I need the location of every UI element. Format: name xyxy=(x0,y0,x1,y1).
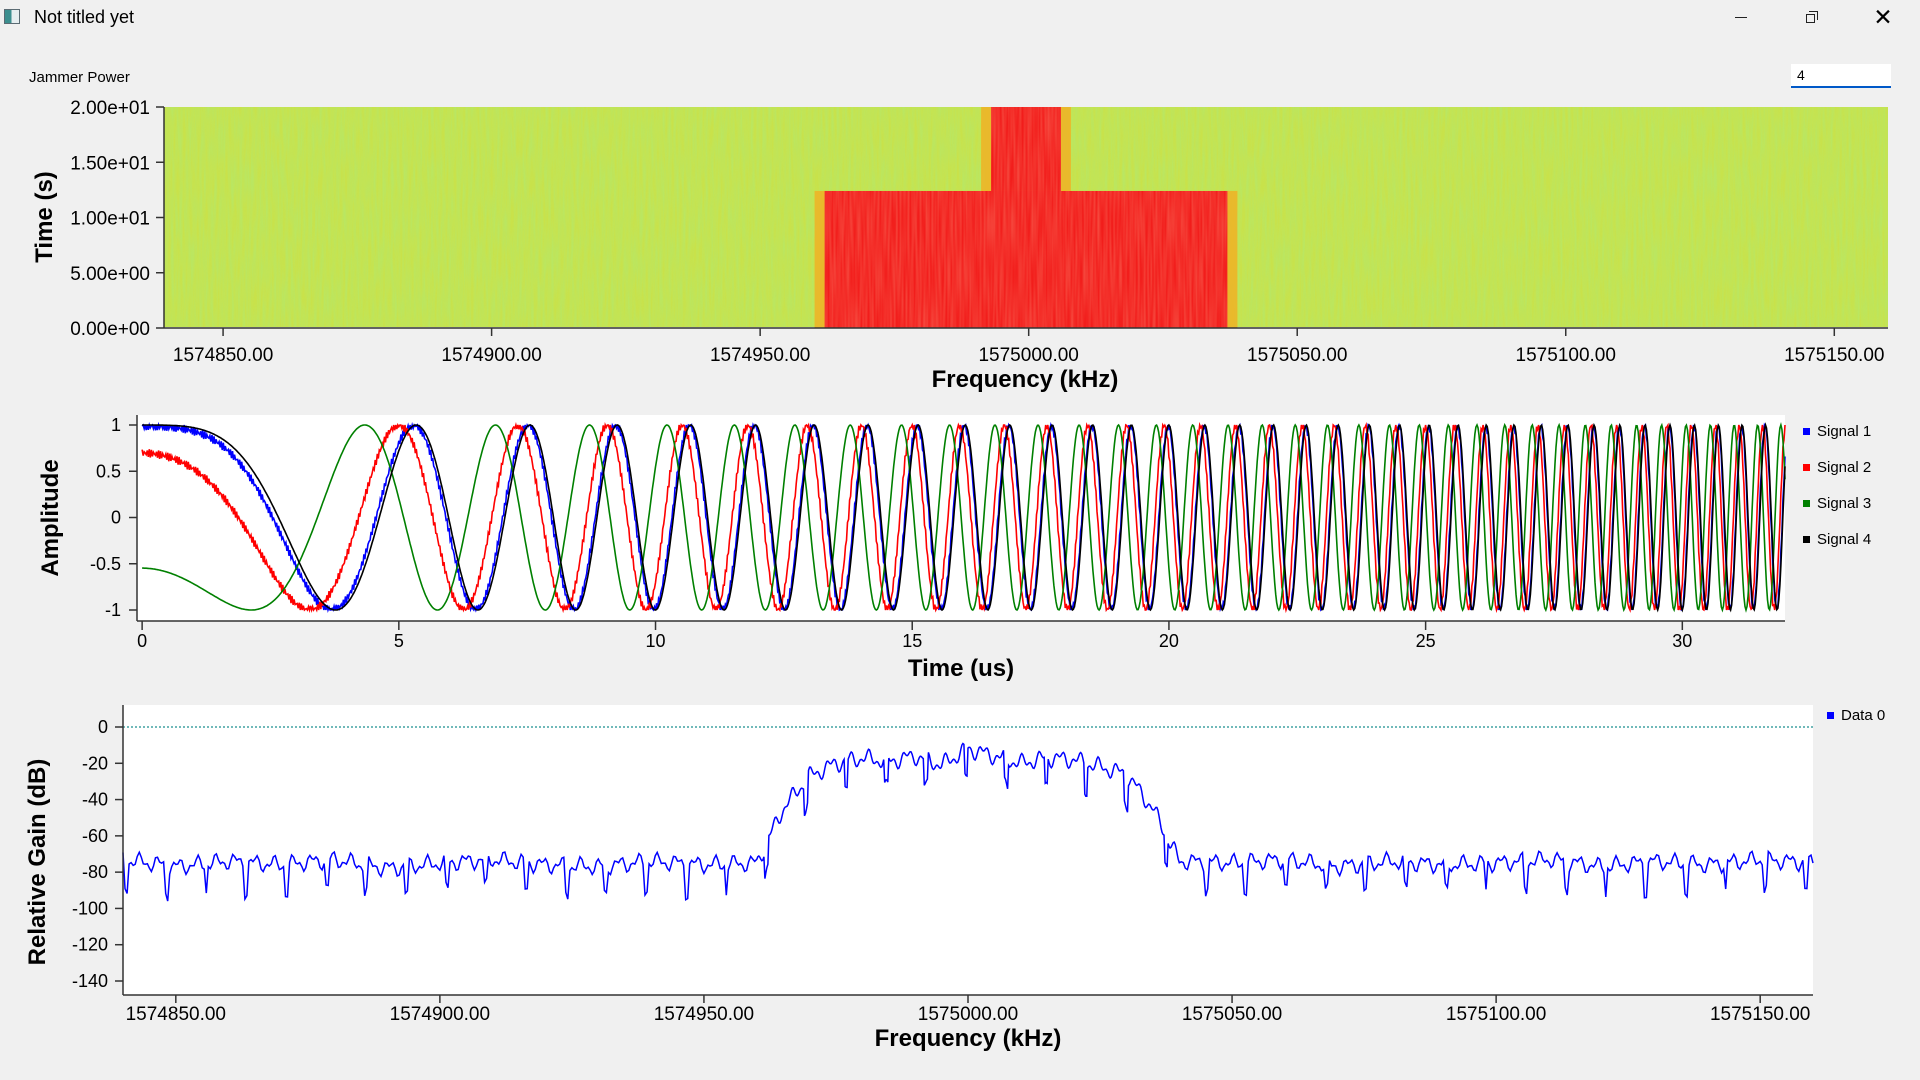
waterfall-y-tick-label: 1.50e+01 xyxy=(70,153,150,174)
gain-y-tick-label: -100 xyxy=(72,898,108,918)
legend-label-signal-3: Signal 3 xyxy=(1817,495,1871,512)
time-x-tick-label: 20 xyxy=(1159,631,1179,651)
time-xlabel: Time (us) xyxy=(908,655,1014,682)
waterfall-x-tick-label: 1574900.00 xyxy=(441,345,541,366)
legend-marker-data-0 xyxy=(1827,712,1834,719)
time-ylabel: Amplitude xyxy=(37,459,64,576)
gain-legend: Data 0 xyxy=(1827,707,1885,724)
legend-label-data-0: Data 0 xyxy=(1841,707,1885,724)
waterfall-y-tick-label: 1.00e+01 xyxy=(70,209,150,230)
waterfall-x-tick-label: 1574950.00 xyxy=(710,345,810,366)
waterfall-xlabel: Frequency (kHz) xyxy=(932,366,1119,393)
gain-x-tick-label: 1575100.00 xyxy=(1446,1004,1546,1025)
waterfall-x-tick-label: 1574850.00 xyxy=(173,345,273,366)
time-x-tick-label: 25 xyxy=(1416,631,1436,651)
gain-x-tick-label: 1574850.00 xyxy=(126,1004,226,1025)
time-y-tick-label: 0.5 xyxy=(96,461,121,481)
gain-xlabel: Frequency (kHz) xyxy=(875,1025,1062,1052)
gain-y-tick-label: -40 xyxy=(82,790,108,810)
legend-label-signal-4: Signal 4 xyxy=(1817,531,1871,548)
time-x-tick-label: 30 xyxy=(1672,631,1692,651)
waterfall-y-tick-label: 2.00e+01 xyxy=(70,98,150,119)
waterfall-ylabel: Time (s) xyxy=(31,171,58,263)
time-y-tick-label: 1 xyxy=(111,415,121,435)
waterfall-x-tick-label: 1575100.00 xyxy=(1516,345,1616,366)
gain-x-tick-label: 1574900.00 xyxy=(390,1004,490,1025)
legend-label-signal-1: Signal 1 xyxy=(1817,423,1871,440)
legend-marker-signal-1 xyxy=(1803,428,1810,435)
legend-label-signal-2: Signal 2 xyxy=(1817,459,1871,476)
waterfall-x-tick-label: 1575000.00 xyxy=(978,345,1078,366)
time-domain-chart: 0 5 10 15 20 25 30 1 0.5 0 -0.5 -1 Time (us) Amplit… xyxy=(37,415,1871,682)
waterfall-y-tick-label: 5.00e+00 xyxy=(70,264,150,285)
waterfall-feature-texture xyxy=(991,107,1061,191)
gain-y-tick-label: 0 xyxy=(98,717,108,737)
waterfall-x-tick-label: 1575150.00 xyxy=(1784,345,1884,366)
gain-y-tick-label: -20 xyxy=(82,753,108,773)
time-x-tick-label: 5 xyxy=(394,631,404,651)
time-y-tick-label: -0.5 xyxy=(90,554,121,574)
legend-marker-signal-2 xyxy=(1803,464,1810,471)
waterfall-chart: 1574850.00 1574900.00 1574950.00 1575000.00… xyxy=(31,98,1888,393)
time-x-tick-label: 15 xyxy=(902,631,922,651)
gain-ylabel: Relative Gain (dB) xyxy=(24,759,51,966)
gain-x-tick-label: 1575150.00 xyxy=(1710,1004,1810,1025)
gain-chart: 1574850.00 1574900.00 1574950.00 1575000.00… xyxy=(24,705,1885,1052)
waterfall-x-tick-label: 1575050.00 xyxy=(1247,345,1347,366)
waterfall-feature-texture xyxy=(824,190,1228,328)
time-x-tick-label: 0 xyxy=(137,631,147,651)
gain-y-tick-label: -140 xyxy=(72,971,108,991)
time-y-tick-label: 0 xyxy=(111,508,121,528)
gain-y-tick-label: -80 xyxy=(82,862,108,882)
time-x-tick-label: 10 xyxy=(646,631,666,651)
waterfall-y-tick-label: 0.00e+00 xyxy=(70,319,150,340)
time-y-tick-label: -1 xyxy=(105,600,121,620)
gain-y-tick-label: -60 xyxy=(82,826,108,846)
gain-x-tick-label: 1574950.00 xyxy=(654,1004,754,1025)
gain-x-tick-label: 1575050.00 xyxy=(1182,1004,1282,1025)
time-legend: Signal 1 Signal 2 Signal 3 Signal 4 xyxy=(1803,423,1871,548)
legend-marker-signal-4 xyxy=(1803,536,1810,543)
gain-x-tick-label: 1575000.00 xyxy=(918,1004,1018,1025)
legend-marker-signal-3 xyxy=(1803,500,1810,507)
gain-y-tick-label: -120 xyxy=(72,935,108,955)
